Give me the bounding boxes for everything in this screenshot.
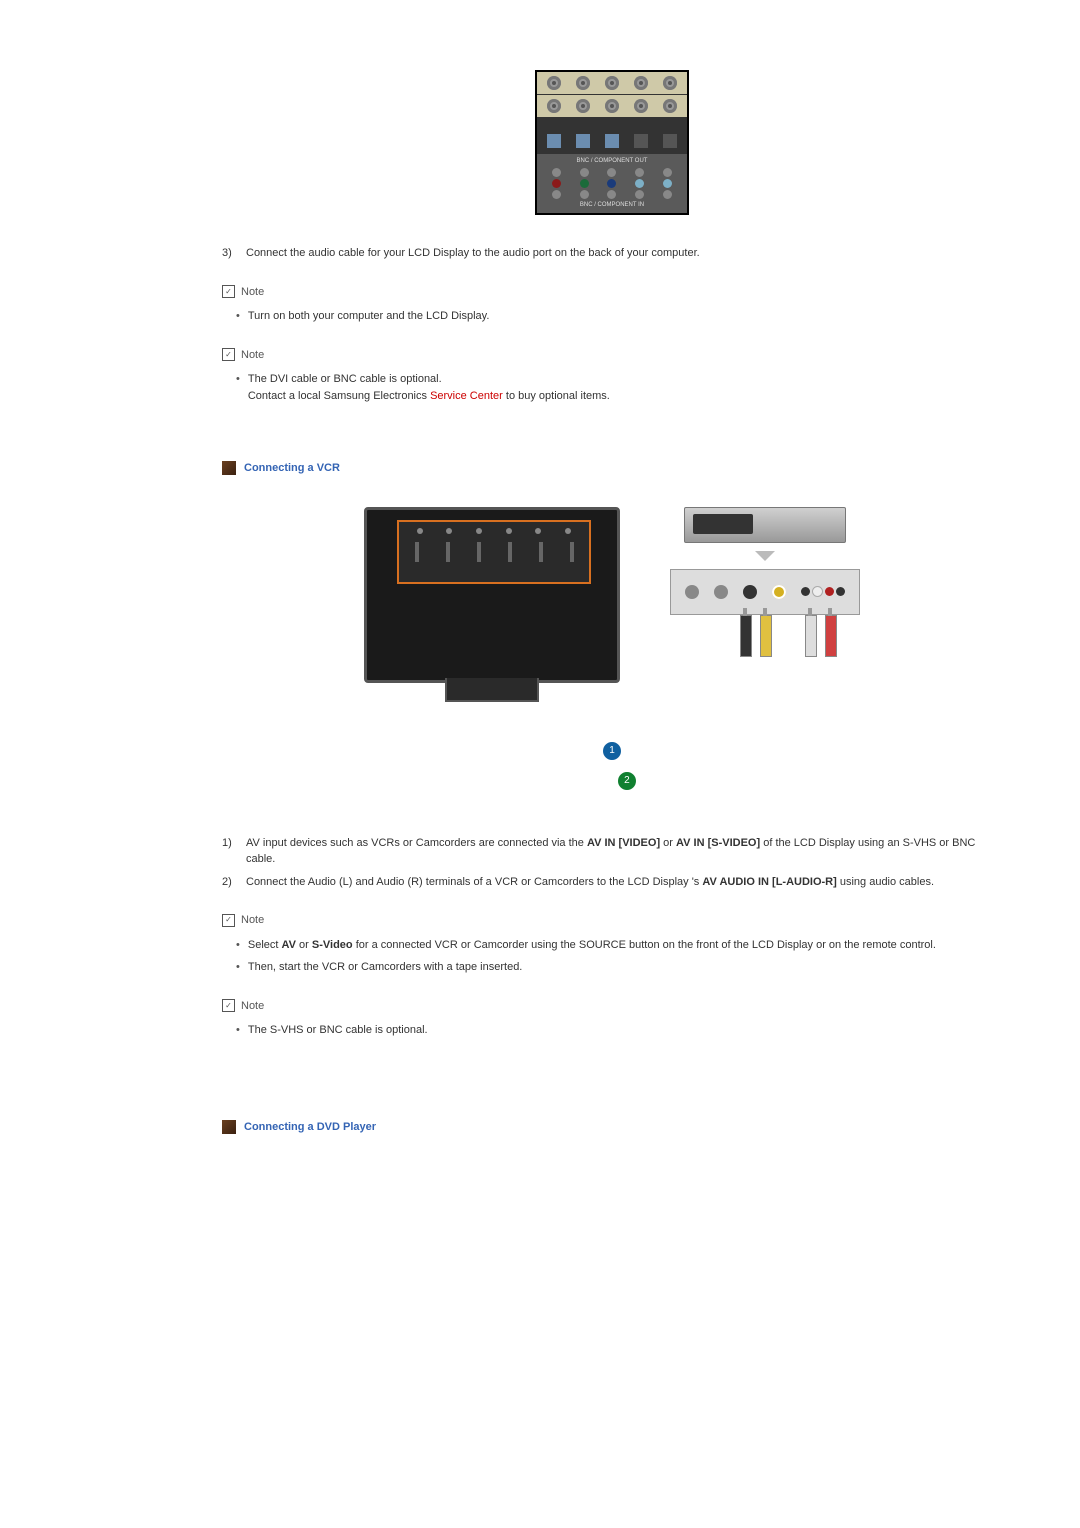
note-label: Note: [241, 347, 264, 364]
step-text: AV input devices such as VCRs or Camcord…: [246, 835, 1002, 868]
bnc-connector-image: BNC / COMPONENT OUT BNC / COMPONENT IN: [222, 70, 1002, 215]
callout-badge-2: 2: [617, 771, 637, 791]
section-connecting-vcr: Connecting a VCR: [222, 460, 1002, 477]
section-title: Connecting a VCR: [244, 460, 340, 477]
callout-badge-1: 1: [602, 741, 622, 761]
note-heading: ✓ Note: [222, 912, 1002, 929]
vcr-connection-diagram: 1 2: [364, 497, 860, 805]
vcr-unit-icon: [684, 507, 846, 543]
section-icon: [222, 461, 236, 475]
note-2-list: The DVI cable or BNC cable is optional. …: [236, 371, 1002, 404]
note-label: Note: [241, 998, 264, 1015]
note-label: Note: [241, 284, 264, 301]
cable-plugs: [670, 615, 860, 705]
vcr-step-2: 2) Connect the Audio (L) and Audio (R) t…: [222, 874, 1002, 891]
step-number: 1): [222, 835, 246, 868]
note-check-icon: ✓: [222, 914, 235, 927]
list-item: The DVI cable or BNC cable is optional. …: [236, 371, 1002, 404]
step-number: 2): [222, 874, 246, 891]
step-text: Connect the audio cable for your LCD Dis…: [246, 245, 1002, 262]
vcr-step-1: 1) AV input devices such as VCRs or Camc…: [222, 835, 1002, 868]
section-title: Connecting a DVD Player: [244, 1119, 376, 1136]
note-label: Note: [241, 912, 264, 929]
note-4-list: The S-VHS or BNC cable is optional.: [236, 1022, 1002, 1039]
note-check-icon: ✓: [222, 999, 235, 1012]
list-item: Then, start the VCR or Camcorders with a…: [236, 959, 1002, 976]
step-number: 3): [222, 245, 246, 262]
step-text: Connect the Audio (L) and Audio (R) term…: [246, 874, 1002, 891]
service-center-link[interactable]: Service Center: [430, 390, 503, 402]
note-1-list: Turn on both your computer and the LCD D…: [236, 308, 1002, 325]
step-3: 3) Connect the audio cable for your LCD …: [222, 245, 1002, 262]
list-item: The S-VHS or BNC cable is optional.: [236, 1022, 1002, 1039]
arrow-down-icon: [755, 551, 775, 561]
note-heading: ✓ Note: [222, 998, 1002, 1015]
note-check-icon: ✓: [222, 348, 235, 361]
note-heading: ✓ Note: [222, 347, 1002, 364]
list-item: Select AV or S-Video for a connected VCR…: [236, 937, 1002, 954]
section-connecting-dvd: Connecting a DVD Player: [222, 1119, 1002, 1136]
lcd-display-icon: [364, 507, 620, 683]
note-check-icon: ✓: [222, 285, 235, 298]
list-item: Turn on both your computer and the LCD D…: [236, 308, 1002, 325]
note-3-list: Select AV or S-Video for a connected VCR…: [236, 937, 1002, 976]
section-icon: [222, 1120, 236, 1134]
note-heading: ✓ Note: [222, 284, 1002, 301]
